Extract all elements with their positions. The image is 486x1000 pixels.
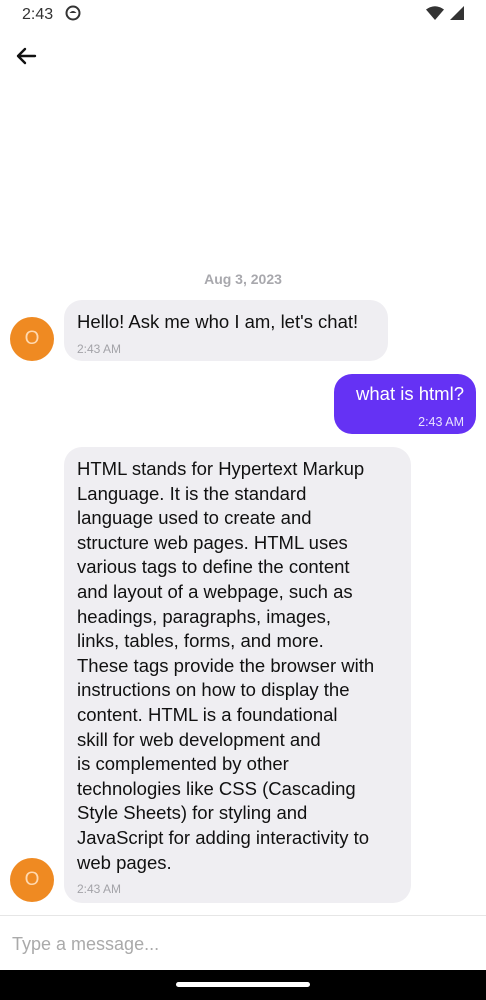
date-divider: Aug 3, 2023 [204,271,282,287]
message-row-outgoing: what is html? 2:43 AM [0,374,486,434]
app-bar [0,36,486,80]
message-line: instructions on how to display the [77,679,350,701]
message-timestamp: 2:43 AM [418,414,464,429]
avatar: O [10,858,54,902]
arrow-left-icon [14,44,38,73]
message-timestamp: 2:43 AM [77,882,122,897]
message-bubble-incoming[interactable]: Hello! Ask me who I am, let's chat! 2:43… [64,300,388,361]
message-bubble-incoming[interactable]: HTML stands for Hypertext Markup Languag… [64,447,411,903]
cellular-signal-icon [450,5,464,25]
message-line: links, tables, forms, and more. [77,630,324,652]
message-timestamp: 2:43 AM [77,341,122,356]
message-line: JavaScript for adding interactivity to [77,826,370,848]
status-left: 2:43 [22,5,81,26]
message-text: Hello! Ask me who I am, let's chat! [77,311,359,332]
message-line: various tags to define the content [77,556,350,578]
avatar-letter: O [24,869,40,890]
status-right [426,5,464,25]
message-line: These tags provide the browser with [77,654,375,676]
message-line: content. HTML is a foundational [77,703,338,725]
message-bubble-outgoing[interactable]: what is html? 2:43 AM [334,374,476,434]
message-composer [0,915,486,970]
message-row-incoming: O Hello! Ask me who I am, let's chat! 2:… [0,300,486,362]
message-row-incoming: O HTML stands for Hypertext Markup Langu… [0,447,486,903]
message-line: structure web pages. HTML uses [77,531,348,553]
message-line: headings, paragraphs, images, [77,605,332,627]
avatar-letter: O [24,328,40,349]
avatar: O [10,317,54,361]
home-indicator[interactable] [176,982,310,987]
message-line: and layout of a webpage, such as [77,580,353,602]
system-nav-bar [0,970,486,1000]
message-line: language used to create and [77,507,312,529]
notification-icon [65,5,81,26]
status-bar: 2:43 [0,0,486,30]
status-time: 2:43 [22,6,54,23]
message-line: Style Sheets) for styling and [77,802,308,824]
message-line: Language. It is the standard [77,482,307,504]
message-line: technologies like CSS (Cascading [77,777,356,799]
message-text: HTML stands for Hypertext Markup Languag… [77,457,397,875]
wifi-icon [426,5,444,25]
message-line: web pages. [77,851,172,873]
message-text: what is html? [356,383,464,404]
message-line: skill for web development and [77,728,321,750]
back-button[interactable] [12,44,40,72]
message-input[interactable] [12,930,472,958]
message-line: is complemented by other [77,753,289,775]
message-line: HTML stands for Hypertext Markup [77,458,365,479]
